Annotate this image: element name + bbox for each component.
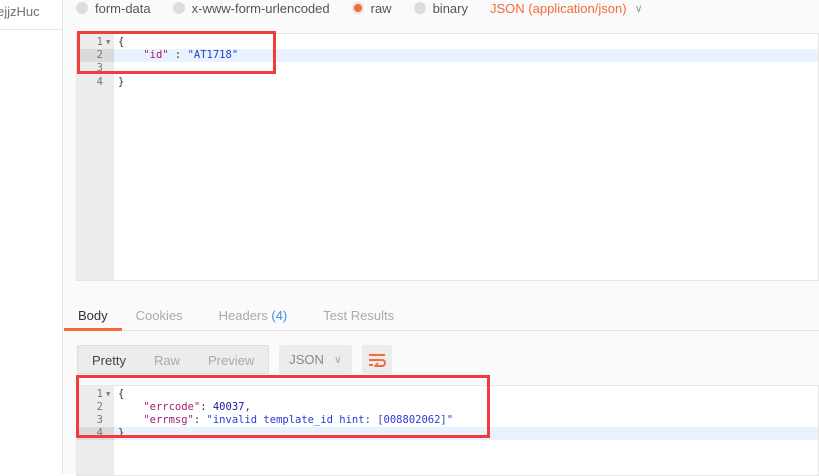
code-line: 4} [96, 76, 125, 88]
tab-cookies[interactable]: Cookies [122, 300, 197, 331]
mode-raw[interactable]: raw [351, 1, 392, 16]
mode-binary[interactable]: binary [413, 1, 468, 16]
wrap-lines-icon [368, 353, 386, 367]
radio-selected-icon[interactable] [351, 2, 364, 14]
format-dropdown[interactable]: JSON ∨ [279, 345, 352, 374]
preview-button[interactable]: Preview [194, 346, 268, 373]
code-line: 2 "errcode": 40037, [96, 401, 251, 413]
code-line: 3 [96, 62, 103, 74]
mode-urlencoded[interactable]: x-www-form-urlencoded [172, 1, 330, 16]
fold-arrow-icon[interactable]: ▼ [106, 388, 110, 401]
radio-icon[interactable] [172, 2, 185, 14]
code-line: 1 ▼{ [96, 388, 125, 401]
pretty-button[interactable]: Pretty [78, 346, 140, 373]
radio-icon[interactable] [76, 2, 88, 14]
main-panel: form-data x-www-form-urlencoded raw bina… [64, 0, 819, 476]
request-body-editor[interactable]: 1 ▼{ 2 "id" : "AT1718" 3 4} [76, 33, 819, 281]
radio-icon[interactable] [413, 2, 426, 14]
body-mode-selector: form-data x-www-form-urlencoded raw bina… [76, 0, 643, 16]
tab-test-results[interactable]: Test Results [301, 300, 408, 331]
mode-form-data[interactable]: form-data [76, 1, 151, 16]
view-mode-segment: Pretty Raw Preview [77, 345, 270, 374]
raw-button[interactable]: Raw [140, 346, 194, 373]
response-tabs: Body Cookies Headers (4) Test Results [64, 300, 819, 331]
tab-headers[interactable]: Headers (4) [197, 300, 302, 331]
response-body-viewer[interactable]: 1 ▼{ 2 "errcode": 40037, 3 "errmsg": "inv… [76, 385, 819, 476]
chevron-down-icon: ∨ [634, 2, 643, 15]
tab-body[interactable]: Body [64, 300, 122, 331]
wrap-lines-button[interactable] [361, 345, 392, 374]
response-toolbar: Pretty Raw Preview JSON ∨ [77, 345, 392, 374]
fold-arrow-icon[interactable]: ▼ [106, 36, 110, 49]
code-line: 4} [77, 427, 818, 440]
sidebar-item[interactable]: ejjzHuc [0, 0, 62, 30]
sidebar: ejjzHuc [0, 0, 63, 474]
code-line: 3 "errmsg": "invalid template_id hint: [… [96, 414, 454, 426]
code-line: 1 ▼{ [96, 36, 125, 49]
chevron-down-icon: ∨ [333, 354, 342, 366]
content-type-dropdown[interactable]: JSON (application/json) ∨ [490, 1, 643, 16]
code-line: 2 "id" : "AT1718" [77, 49, 818, 62]
